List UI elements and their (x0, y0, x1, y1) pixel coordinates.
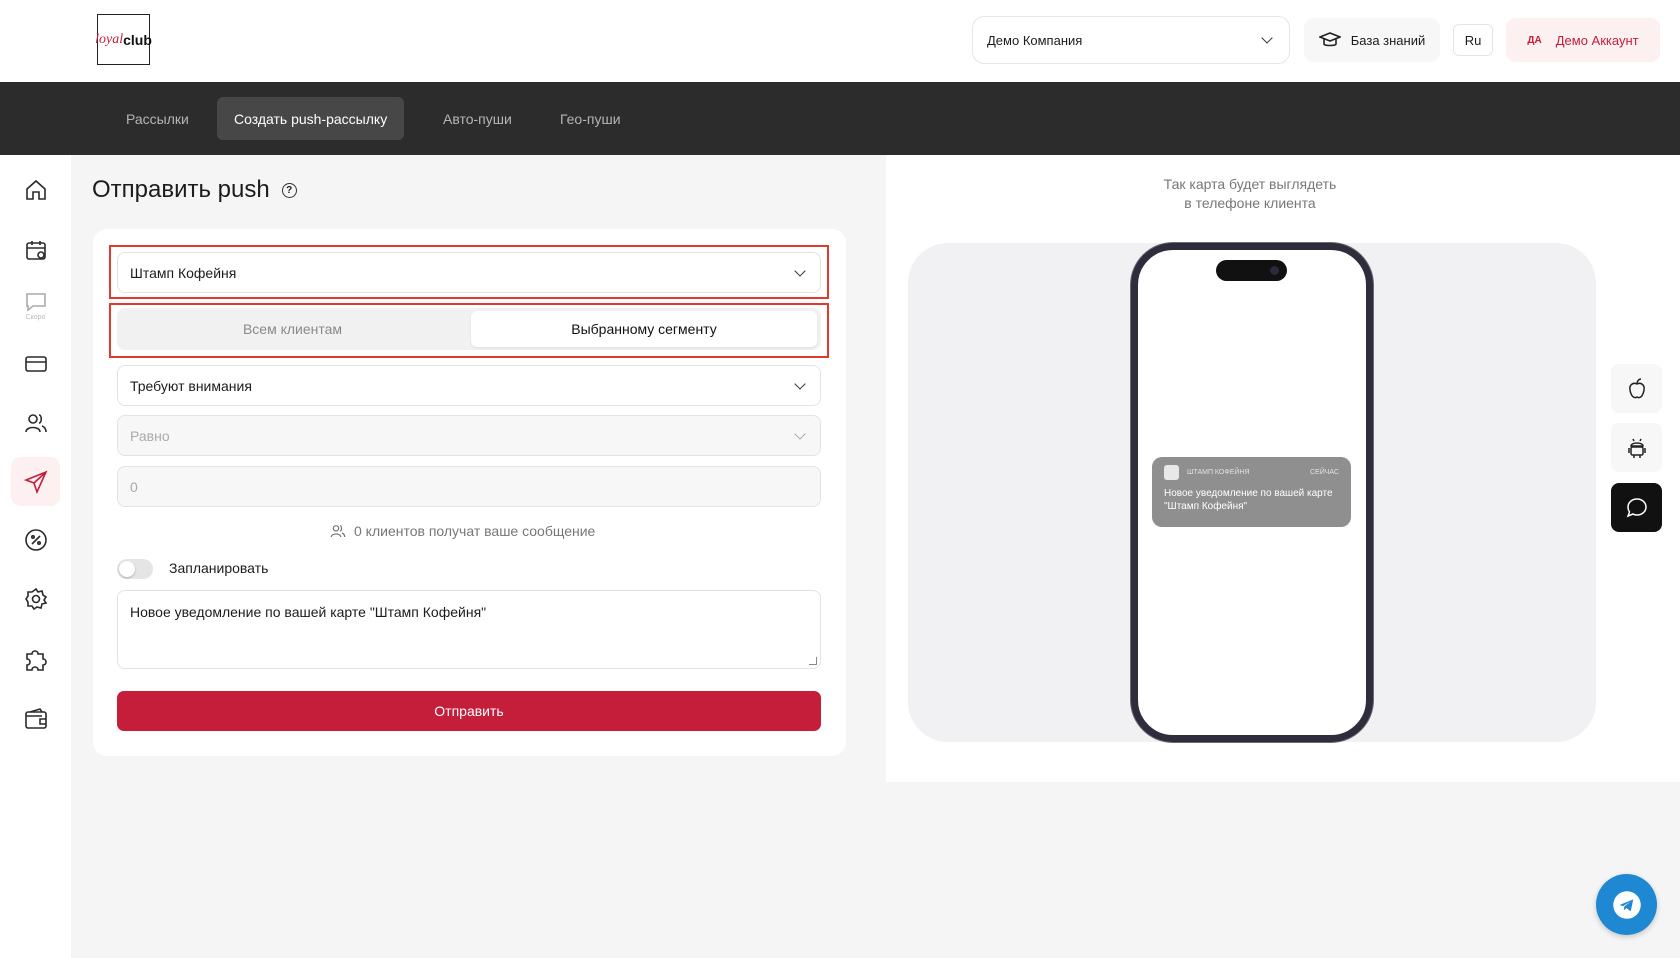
company-select-value: Демо Компания (987, 32, 1083, 48)
sidebar-item-home[interactable] (11, 165, 60, 214)
loyalty-card-select[interactable]: Штамп Кофейня (117, 252, 821, 293)
chat-icon (25, 292, 46, 312)
calendar-icon (25, 240, 46, 260)
tab-auto-push[interactable]: Авто-пуши (426, 97, 529, 140)
sidebar-item-wallet[interactable] (11, 694, 60, 743)
sidebar-item-push[interactable] (11, 457, 60, 506)
segment-select[interactable]: Требуют внимания (117, 365, 821, 406)
users-icon (24, 413, 47, 432)
send-icon (23, 470, 48, 494)
condition-select[interactable]: Равно (117, 415, 821, 456)
avatar: ДА (1527, 34, 1542, 46)
chat-bubble-icon (1626, 497, 1647, 517)
puzzle-icon (25, 649, 47, 671)
card-icon (24, 355, 47, 372)
chevron-down-icon (794, 427, 806, 440)
sidebar-item-discounts[interactable] (11, 515, 60, 564)
wallet-icon (24, 707, 47, 729)
preview-caption: Так карта будет выглядеть в телефоне кли… (1163, 176, 1337, 211)
top-header: loyal club Демо Компания База знаний Ru Д… (0, 0, 1680, 82)
notification-app-name: ШТАМП КОФЕЙНЯ (1187, 469, 1250, 476)
toggle-knob (119, 561, 135, 577)
account-button[interactable]: ДА Демо Аккаунт (1506, 18, 1660, 62)
phone-notch (1216, 260, 1287, 281)
tab-geo-push[interactable]: Гео-пуши (543, 97, 638, 140)
android-icon (1627, 438, 1646, 458)
sidebar-item-calendar[interactable] (11, 225, 60, 274)
chevron-down-icon (794, 264, 806, 277)
android-preview-button[interactable] (1611, 423, 1662, 472)
company-select[interactable]: Демо Компания (972, 16, 1290, 64)
notification-time: СЕЙЧАС (1310, 469, 1339, 476)
logo[interactable]: loyal club (95, 14, 152, 65)
graduation-cap-icon (1318, 32, 1341, 47)
app-icon (1164, 465, 1179, 480)
knowledge-base-button[interactable]: База знаний (1304, 18, 1440, 62)
value-input[interactable]: 0 (117, 466, 821, 507)
sidebar-item-settings[interactable] (11, 574, 60, 623)
language-button[interactable]: Ru (1453, 24, 1493, 56)
tab-bar: Рассылки Создать push-рассылку Авто-пуши… (0, 82, 1680, 155)
audience-segmented-control: Всем клиентам Выбранному сегменту (117, 308, 821, 350)
sidebar-item-clients[interactable] (11, 398, 60, 447)
telegram-button[interactable] (1596, 874, 1657, 935)
users-icon (330, 525, 346, 538)
soon-label: Скоро (25, 313, 46, 321)
page-title: Отправить push ? (92, 176, 297, 204)
tab-create-push[interactable]: Создать push-рассылку (217, 97, 405, 140)
discount-icon (24, 528, 47, 551)
message-textarea[interactable]: Новое уведомление по вашей карте "Штамп … (117, 590, 821, 669)
gear-icon (24, 587, 47, 610)
chevron-down-icon (1261, 32, 1273, 44)
sidebar-item-chat[interactable]: Скоро (11, 281, 60, 330)
sidebar: Скоро (0, 155, 71, 958)
knowledge-base-label: База знаний (1350, 32, 1426, 48)
chevron-down-icon (794, 377, 806, 390)
resize-handle[interactable] (809, 657, 817, 665)
sms-preview-button[interactable] (1611, 483, 1662, 532)
audience-all-option[interactable]: Всем клиентам (120, 311, 465, 347)
home-icon (25, 179, 46, 200)
tab-mailings[interactable]: Рассылки (109, 97, 206, 140)
apple-icon (1628, 377, 1645, 398)
help-icon[interactable]: ? (281, 182, 297, 198)
audience-segment-option[interactable]: Выбранному сегменту (471, 311, 817, 347)
send-button[interactable]: Отправить (117, 691, 821, 731)
sidebar-item-cards[interactable] (11, 339, 60, 388)
telegram-icon (1612, 890, 1641, 919)
ios-preview-button[interactable] (1611, 364, 1662, 413)
sidebar-item-integrations[interactable] (11, 634, 60, 683)
account-name: Демо Аккаунт (1555, 32, 1639, 48)
notification-message: Новое уведомление по вашей карте "Штамп … (1164, 488, 1333, 512)
recipients-count: 0 клиентов получат ваше сообщение (330, 523, 595, 539)
push-notification-preview: ШТАМП КОФЕЙНЯ СЕЙЧАС Новое уведомление п… (1152, 457, 1351, 527)
schedule-toggle[interactable] (117, 559, 153, 579)
schedule-label: Запланировать (169, 560, 269, 576)
